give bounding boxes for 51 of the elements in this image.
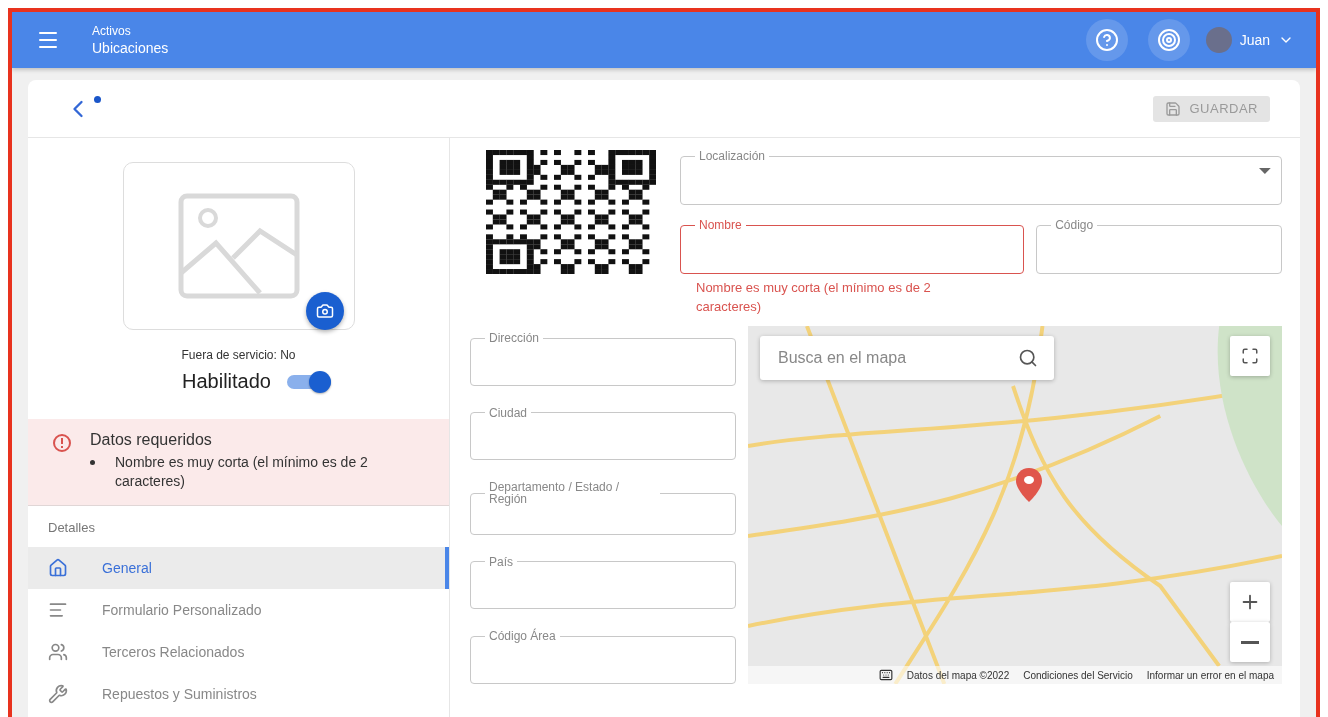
enabled-label: Habilitado — [182, 370, 271, 393]
save-icon — [1165, 100, 1182, 117]
bullet-icon — [90, 460, 95, 465]
lines-icon — [48, 600, 68, 620]
help-button[interactable] — [1085, 19, 1128, 61]
text-field[interactable]: Dirección — [470, 332, 736, 386]
home-icon — [48, 558, 68, 578]
text-field[interactable]: Código Área — [470, 630, 736, 684]
zoom-in-button[interactable] — [1230, 582, 1270, 622]
nav-item[interactable]: Formulario Personalizado — [28, 589, 449, 631]
page-title: Ubicaciones — [92, 38, 170, 57]
target-icon — [1156, 28, 1181, 52]
help-icon — [1094, 28, 1119, 52]
code-field[interactable]: Código — [1036, 219, 1282, 274]
camera-button[interactable] — [305, 292, 344, 330]
map-search-bar[interactable]: Busca en el mapa — [760, 336, 1054, 380]
map-placeholder[interactable]: Busca en el mapa Datos del mapa ©2022 Condiciones del Servicio Informar un error en el mapa — [748, 326, 1282, 684]
map-link[interactable]: Condiciones del Servicio — [1023, 669, 1133, 681]
user-menu[interactable]: Juan — [1205, 27, 1294, 53]
section-title: Activos — [92, 23, 132, 39]
nav-item[interactable]: General — [28, 547, 449, 589]
camera-icon — [315, 302, 334, 320]
error-message: Nombre es muy corta (el mínimo es de 2 caracteres) — [695, 279, 932, 316]
zoom-out-button[interactable] — [1230, 622, 1270, 662]
nav-item[interactable]: Terceros Relacionados — [28, 631, 449, 673]
caret-icon — [1259, 168, 1271, 174]
target-button[interactable] — [1147, 19, 1190, 61]
wrench-icon — [48, 684, 68, 704]
alert-title: Datos requeridos — [90, 431, 213, 449]
image-placeholder-icon — [177, 193, 300, 299]
text-field[interactable]: País — [470, 555, 736, 610]
map-attribution: Datos del mapa ©2022 — [906, 669, 1010, 681]
avatar — [1205, 27, 1232, 53]
name-field[interactable]: Nombre — [680, 219, 1025, 274]
map-link[interactable]: Informar un error en el mapa — [1146, 669, 1274, 681]
alert-icon — [52, 433, 72, 453]
nav-item[interactable]: Repuestos y Suministros — [28, 673, 449, 715]
text-field[interactable]: Departamento / Estado / Región — [470, 481, 736, 535]
location-select[interactable]: Localización — [680, 150, 1282, 205]
minus-icon — [1241, 640, 1259, 644]
alert-message: Nombre es muy corta (el mínimo es de 2 caracteres) — [115, 453, 369, 491]
keyboard-icon[interactable] — [878, 668, 893, 682]
search-icon[interactable] — [1018, 348, 1038, 368]
fullscreen-button[interactable] — [1230, 336, 1270, 376]
text-field[interactable]: Ciudad — [470, 406, 736, 461]
people-icon — [48, 642, 68, 662]
nav-heading: Detalles — [47, 519, 96, 537]
map-search-field[interactable]: Busca en el mapa — [776, 348, 996, 368]
service-status: Fuera de servicio: No — [180, 348, 297, 362]
fullscreen-icon — [1241, 347, 1259, 365]
location-pin-icon — [1016, 468, 1042, 502]
